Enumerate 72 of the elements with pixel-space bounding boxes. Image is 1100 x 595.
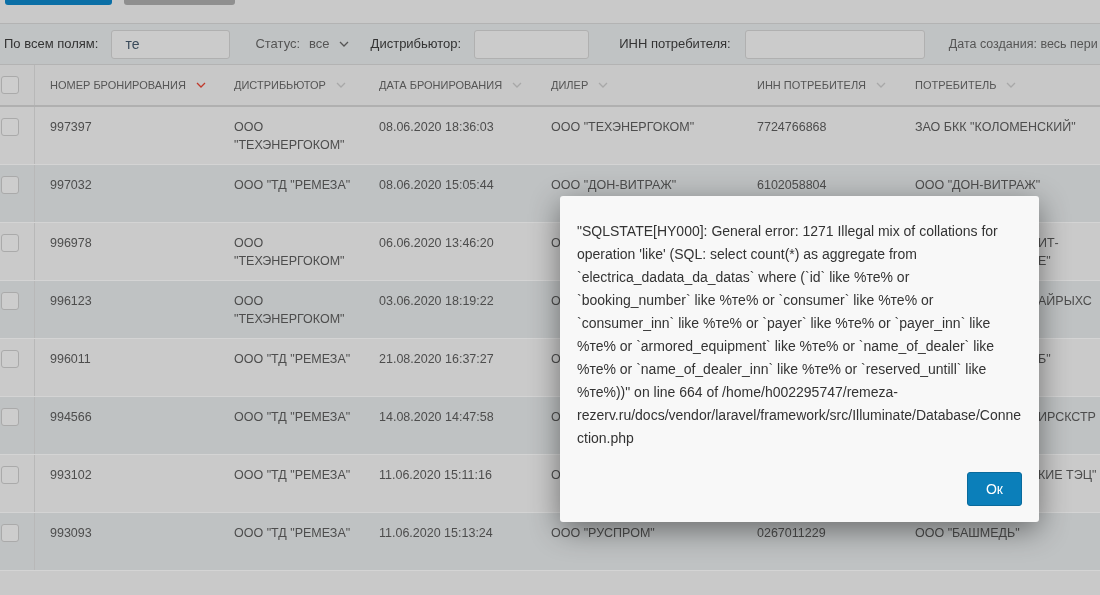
table-cell-text: 0267011229 — [757, 525, 826, 542]
checkbox[interactable] — [1, 76, 19, 94]
table-cell-text: ООО "ТД "РЕМЕЗА" — [234, 409, 351, 426]
checkbox[interactable] — [1, 466, 19, 484]
table-cell-text: 21.08.2020 16:37:27 — [379, 351, 494, 368]
column-header[interactable]: ПОТРЕБИТЕЛЬ — [915, 76, 1017, 94]
chevron-down-icon — [338, 41, 349, 47]
table-cell-text: ООО "ТД "РЕМЕЗА" — [234, 525, 351, 542]
table-cell-text: 994566 — [50, 409, 92, 426]
table-cell: АЙРЫХС — [1038, 292, 1092, 310]
table-cell-text: Б" — [1038, 351, 1051, 368]
column-header[interactable]: ДАТА БРОНИРОВАНИЯ — [379, 76, 523, 94]
table-cell-text: О — [551, 409, 561, 426]
table-cell-text: 996978 — [50, 235, 92, 252]
column-header[interactable]: ДИСТРИБЬЮТОР — [234, 76, 346, 94]
table-cell-text: 08.06.2020 18:36:03 — [379, 119, 494, 136]
table-cell-text: КИЕ ТЭЦ" — [1038, 467, 1097, 484]
checkbox[interactable] — [1, 524, 19, 542]
table-cell-text: 996011 — [50, 351, 91, 368]
checkbox[interactable] — [1, 118, 19, 136]
table-cell-text: ИРСКСТР — [1038, 409, 1096, 426]
table-cell-text: ИТ- Е" — [1038, 235, 1059, 270]
table-cell-text: 993093 — [50, 525, 92, 542]
table-cell-text: 06.06.2020 13:46:20 — [379, 235, 494, 252]
column-header[interactable]: ИНН ПОТРЕБИТЕЛЯ — [757, 76, 887, 94]
table-cell-text: 08.06.2020 15:05:44 — [379, 177, 494, 194]
table-cell-text: ООО "ТД "РЕМЕЗА" — [234, 467, 351, 484]
column-header[interactable]: НОМЕР БРОНИРОВАНИЯ — [50, 76, 206, 94]
table-cell-text: 993102 — [50, 467, 92, 484]
filter-label: Дистрибьютор: — [370, 35, 462, 54]
filter-label: ИНН потребителя: — [619, 35, 731, 54]
checkbox[interactable] — [1, 176, 19, 194]
table-cell-text: 997397 — [50, 119, 92, 136]
date-filter-label[interactable]: Дата создания: весь пери — [948, 34, 1098, 54]
primary-button[interactable] — [5, 0, 112, 5]
filter-label: По всем полям: — [4, 35, 99, 54]
table-cell-text: 11.06.2020 15:11:16 — [379, 467, 492, 484]
ok-button[interactable]: Ок — [967, 472, 1022, 506]
table-cell-text: 997032 — [50, 177, 92, 194]
status-dropdown[interactable]: все — [309, 34, 349, 54]
table-cell: ЗАО БКК "КОЛОМЕНСКИЙ" — [915, 118, 1076, 136]
search-field[interactable]: те — [111, 29, 231, 59]
table-cell-text: 6102058804 — [757, 177, 827, 194]
table-cell-text: ООО "ТД "РЕМЕЗА" — [234, 177, 351, 194]
table-cell-text: 7724766868 — [757, 119, 827, 136]
filter-label: Статус: — [255, 35, 301, 54]
table-cell-text: ООО "ТД "РЕМЕЗА" — [234, 351, 351, 368]
table-cell-text: ООО "БАШМЕДЬ" — [915, 525, 1020, 542]
checkbox[interactable] — [1, 234, 19, 252]
checkbox[interactable] — [1, 292, 19, 310]
table-cell-text: 996123 — [50, 293, 92, 310]
table-cell-text: ООО "ТЕХЭНЕРГОКОМ" — [234, 293, 346, 328]
table-cell-text: ООО "ТЕХЭНЕРГОКОМ" — [551, 119, 695, 136]
distributor-field[interactable] — [474, 29, 590, 59]
table-cell-text: О — [551, 351, 561, 368]
table-cell-text: ООО "ДОН-ВИТРАЖ" — [551, 177, 677, 194]
secondary-button[interactable] — [124, 0, 235, 5]
table-cell-text: О — [551, 293, 561, 310]
table-cell-text: ООО "ТЕХЭНЕРГОКОМ" — [234, 119, 346, 154]
table-cell-text: ООО "ТЕХЭНЕРГОКОМ" — [234, 235, 346, 270]
table-cell-text: ООО "РУСПРОМ" — [551, 525, 655, 542]
checkbox[interactable] — [1, 408, 19, 426]
table-cell-text: О — [551, 235, 561, 252]
table-cell-text: 03.06.2020 18:19:22 — [379, 293, 494, 310]
table-cell-text: О — [551, 467, 561, 484]
error-message: "SQLSTATE[HY000]: General error: 1271 Illegal mix of collations for operation 'like' (SQL: select count(*) as aggregate from `electrica_dadata_da_datas` where (`id` like %те% or `booking_number` like %те% or `consumer` like %те% or `consumer_inn` like %те% or `payer` like %те% or `payer_inn` like %те% or `armored_equipment` like %те% or `name_of_dealer` like %те% or `name_of_dealer_inn` like %те% or `reserved_untill` like %те%))" on line 664 of /home/h002295747/remeza-rezerv.ru/docs/vendor/laravel/framework/src/Illuminate/Database/Connection.php — [577, 222, 1022, 448]
table-cell-text: 14.08.2020 14:47:58 — [379, 409, 494, 426]
table-cell-text: ООО "ДОН-ВИТРАЖ" — [915, 177, 1041, 194]
checkbox[interactable] — [1, 350, 19, 368]
table-cell-text: 11.06.2020 15:13:24 — [379, 525, 493, 542]
column-header[interactable]: ДИЛЕР — [551, 76, 609, 94]
consumer-inn-field[interactable] — [744, 29, 925, 59]
